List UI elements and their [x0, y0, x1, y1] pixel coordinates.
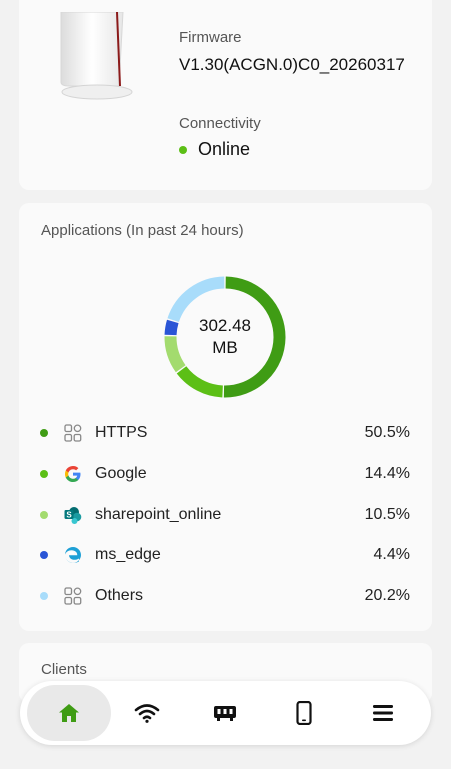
- status-dot: [179, 145, 187, 154]
- sharepoint-icon: S: [64, 507, 82, 524]
- router-icon: [214, 706, 236, 721]
- app-percent: 50.5%: [364, 424, 410, 441]
- connectivity-status: Online: [179, 139, 250, 160]
- applications-card: Applications (In past 24 hours) 302.48 M…: [19, 203, 432, 631]
- app-row-google[interactable]: Google 14.4%: [19, 454, 432, 494]
- clients-title: Clients: [41, 661, 87, 678]
- apps-grid-icon: [64, 424, 82, 442]
- menu-icon: [373, 705, 393, 721]
- legend-dot: [40, 551, 48, 559]
- legend-dot: [40, 511, 48, 519]
- tab-menu[interactable]: [343, 685, 423, 741]
- home-icon: [59, 704, 79, 722]
- app-name: Others: [95, 587, 144, 604]
- wifi-icon: [134, 704, 160, 723]
- usage-donut-chart: 302.48 MB: [164, 276, 286, 398]
- device-card: Firmware V1.30(ACGN.0)C0_20260317 Connec…: [19, 0, 432, 190]
- app-percent: 20.2%: [364, 587, 410, 604]
- legend-dot: [40, 592, 48, 600]
- app-percent: 10.5%: [364, 506, 410, 523]
- app-name: ms_edge: [95, 546, 161, 563]
- tab-devices[interactable]: [185, 685, 265, 741]
- edge-icon: [65, 547, 81, 563]
- applications-title: Applications (In past 24 hours): [41, 222, 244, 239]
- firmware-value: V1.30(ACGN.0)C0_20260317: [179, 55, 405, 74]
- firmware-label: Firmware: [179, 29, 242, 46]
- google-icon: [65, 466, 81, 482]
- bottom-tab-bar: [20, 681, 431, 745]
- app-row-ms-edge[interactable]: ms_edge 4.4%: [19, 535, 432, 575]
- legend-dot: [40, 470, 48, 478]
- donut-center-label: 302.48 MB: [164, 276, 286, 398]
- total-usage-unit: MB: [212, 338, 238, 357]
- svg-text:S: S: [66, 510, 72, 519]
- app-name: HTTPS: [95, 424, 148, 441]
- tab-wifi[interactable]: [107, 685, 187, 741]
- tab-mobile[interactable]: [264, 685, 344, 741]
- app-name: sharepoint_online: [95, 506, 222, 523]
- app-percent: 14.4%: [364, 465, 410, 482]
- app-row-https[interactable]: HTTPS 50.5%: [19, 413, 432, 453]
- app-percent: 4.4%: [373, 546, 410, 563]
- app-name: Google: [95, 465, 147, 482]
- total-usage-value: 302.48: [199, 316, 251, 335]
- connectivity-value: Online: [198, 139, 251, 159]
- tab-home[interactable]: [27, 685, 111, 741]
- apps-grid-icon: [64, 587, 82, 605]
- connectivity-label: Connectivity: [179, 115, 261, 132]
- app-row-sharepoint[interactable]: S sharepoint_online 10.5%: [19, 495, 432, 535]
- app-row-others[interactable]: Others 20.2%: [19, 576, 432, 616]
- legend-dot: [40, 429, 48, 437]
- router-image: [60, 12, 133, 100]
- phone-icon: [296, 701, 312, 725]
